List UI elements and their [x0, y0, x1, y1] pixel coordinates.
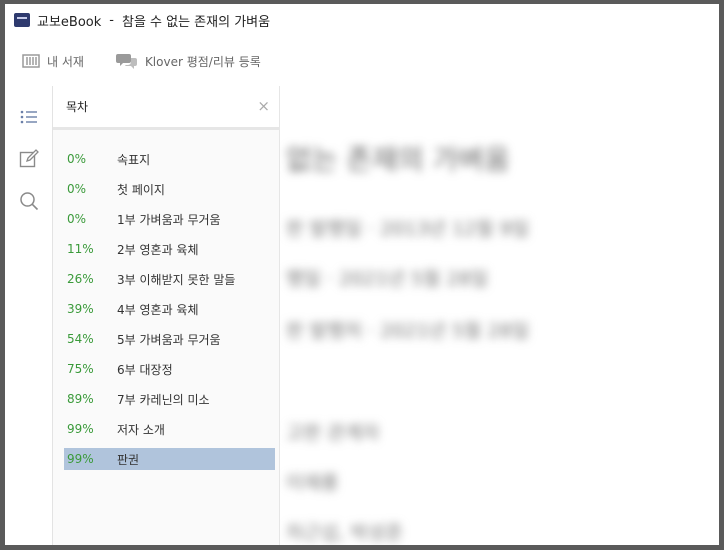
blurred-line: 차근섭, 박성준 — [286, 522, 403, 544]
toc-panel: 목차 × 0% 속표지 0% 첫 페이지 0% 1부 가벼움과 무거움 11% 2부 영혼과 … — [53, 86, 280, 545]
toc-item-label: 속표지 — [117, 152, 151, 167]
toc-item-label: 2부 영혼과 육체 — [117, 242, 199, 257]
search-icon — [19, 192, 38, 211]
toc-item-percent: 39% — [67, 302, 94, 316]
toc-item-label: 저자 소개 — [117, 422, 165, 437]
toc-item[interactable]: 89% 7부 카레닌의 미소 — [64, 388, 275, 410]
toc-item-percent: 89% — [67, 392, 94, 406]
toc-item[interactable]: 0% 속표지 — [64, 148, 275, 170]
library-icon — [22, 54, 40, 68]
review-button[interactable]: Klover 평점/리뷰 등록 — [115, 52, 261, 70]
toc-item-percent: 75% — [67, 362, 94, 376]
note-button[interactable] — [18, 148, 40, 170]
blurred-line: 고판 관계자 — [286, 422, 380, 444]
app-window: 교보eBook - 참을 수 없는 존재의 가벼움 내 서재 Klover 평점… — [0, 0, 724, 550]
toc-item[interactable]: 11% 2부 영혼과 육체 — [64, 238, 275, 260]
toc-item-label: 1부 가벼움과 무거움 — [117, 212, 221, 227]
toc-item-label: 3부 이해받지 못한 말들 — [117, 272, 236, 287]
blurred-line: 이재룡 — [286, 472, 339, 494]
toc-item-percent: 99% — [67, 452, 94, 466]
library-label: 내 서재 — [47, 54, 84, 69]
toc-item[interactable]: 99% 판권 — [64, 448, 275, 470]
toc-item-percent: 11% — [67, 242, 94, 256]
toc-item[interactable]: 39% 4부 영혼과 육체 — [64, 298, 275, 320]
note-icon — [19, 149, 39, 168]
toc-header: 목차 × — [53, 86, 279, 130]
reader-area: 목차 × 0% 속표지 0% 첫 페이지 0% 1부 가벼움과 무거움 11% 2부 영혼과 … — [5, 86, 719, 545]
toc-item[interactable]: 99% 저자 소개 — [64, 418, 275, 440]
toc-item[interactable]: 0% 첫 페이지 — [64, 178, 275, 200]
app-icon — [14, 13, 30, 27]
toc-item-label: 4부 영혼과 육체 — [117, 302, 199, 317]
toc-item-label: 6부 대장정 — [117, 362, 173, 377]
blurred-line: 판 발행처 · 2021년 5월 28일 — [286, 320, 530, 342]
blurred-book-title: 없는 존재의 가벼움 — [286, 143, 510, 176]
search-button[interactable] — [18, 190, 40, 212]
toc-item-label: 5부 가벼움과 무거움 — [117, 332, 221, 347]
toc-item-percent: 26% — [67, 272, 94, 286]
page-content: 없는 존재의 가벼움 판 발행일 · 2013년 12월 9일 행일 · 202… — [280, 86, 719, 545]
left-sidebar — [5, 86, 53, 545]
toc-item-label: 첫 페이지 — [117, 182, 165, 197]
toc-list: 0% 속표지 0% 첫 페이지 0% 1부 가벼움과 무거움 11% 2부 영혼과 육체 26%… — [53, 130, 279, 470]
toc-item[interactable]: 75% 6부 대장정 — [64, 358, 275, 380]
app-name: 교보eBook — [37, 14, 102, 30]
toc-item-label: 7부 카레닌의 미소 — [117, 392, 210, 407]
window-book-title: 참을 수 없는 존재의 가벼움 — [121, 14, 271, 30]
library-button[interactable]: 내 서재 — [22, 53, 84, 70]
toc-item-label: 판권 — [117, 452, 140, 467]
toc-item-percent: 0% — [67, 212, 87, 226]
blurred-line: 판 발행일 · 2013년 12월 9일 — [286, 218, 530, 240]
toc-title: 목차 — [66, 100, 89, 114]
review-label: Klover 평점/리뷰 등록 — [144, 54, 261, 69]
toc-item-percent: 0% — [67, 152, 87, 166]
toc-item-percent: 54% — [67, 332, 94, 346]
title-separator: - — [109, 12, 114, 28]
toc-item[interactable]: 26% 3부 이해받지 못한 말들 — [64, 268, 275, 290]
speech-bubble-icon — [115, 54, 137, 69]
toc-item-percent: 0% — [67, 182, 87, 196]
toc-item[interactable]: 54% 5부 가벼움과 무거움 — [64, 328, 275, 350]
toc-item[interactable]: 0% 1부 가벼움과 무거움 — [64, 208, 275, 230]
title-bar: 교보eBook - 참을 수 없는 존재의 가벼움 — [5, 4, 719, 36]
blurred-line: 행일 · 2021년 5월 28일 — [286, 268, 489, 290]
list-icon — [20, 110, 37, 124]
close-icon[interactable]: × — [257, 99, 270, 114]
toolbar: 내 서재 Klover 평점/리뷰 등록 — [5, 36, 719, 87]
toc-item-percent: 99% — [67, 422, 94, 436]
toc-toggle-button[interactable] — [18, 106, 40, 128]
